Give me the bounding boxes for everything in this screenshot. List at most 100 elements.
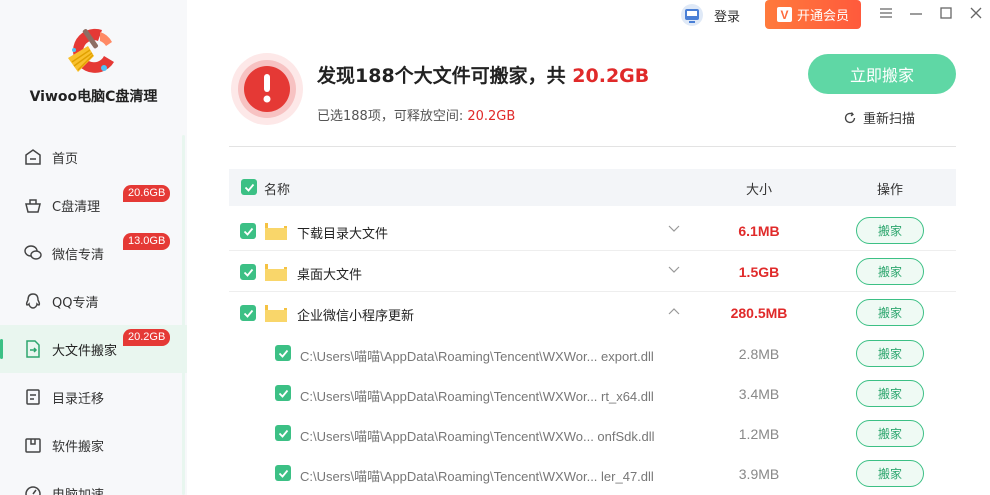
sidebar-item-home[interactable]: 首页 — [0, 133, 187, 181]
move-button[interactable]: 搬家 — [856, 299, 924, 326]
chevron-down-icon[interactable] — [668, 225, 680, 233]
file-size: 2.8MB — [738, 346, 780, 362]
rescan-label: 重新扫描 — [863, 112, 916, 127]
file-path: C:\Users\喵喵\AppData\Roaming\Tencent\WXWo… — [300, 429, 655, 444]
wechat-icon — [24, 245, 42, 260]
group-size: 280.5MB — [730, 305, 788, 321]
file-path: C:\Users\喵喵\AppData\Roaming\Tencent\WXWo… — [300, 349, 654, 364]
table-header: 名称 大小 操作 — [229, 169, 956, 206]
list-item[interactable]: C:\Users\喵喵\AppData\Roaming\Tencent\WXWo… — [229, 414, 956, 454]
column-header-action: 操作 — [877, 183, 904, 198]
vip-icon: V — [776, 7, 792, 22]
size-badge: 20.6GB — [123, 185, 171, 202]
move-button[interactable]: 搬家 — [856, 460, 924, 487]
divider — [229, 146, 956, 147]
group-size: 1.5GB — [738, 264, 780, 280]
sidebar-item-software-move[interactable]: 软件搬家 — [0, 421, 187, 469]
file-checkbox[interactable] — [275, 465, 291, 481]
file-size: 3.4MB — [738, 386, 780, 402]
group-size: 6.1MB — [738, 223, 780, 239]
close-icon[interactable] — [968, 5, 984, 21]
move-button[interactable]: 搬家 — [856, 217, 924, 244]
file-path: C:\Users\喵喵\AppData\Roaming\Tencent\WXWo… — [300, 389, 654, 404]
minimize-icon[interactable] — [908, 5, 924, 21]
speed-icon — [25, 486, 41, 495]
sidebar-item-wechat-clean[interactable]: 微信专清 13.0GB — [0, 229, 187, 277]
sidebar-item-qq-clean[interactable]: QQ专清 — [0, 277, 187, 325]
move-button[interactable]: 搬家 — [856, 380, 924, 407]
folder-icon — [265, 304, 287, 322]
row-checkbox[interactable] — [240, 264, 256, 280]
app-name: Viwoo电脑C盘清理 — [29, 89, 158, 105]
file-checkbox[interactable] — [275, 385, 291, 401]
sidebar-item-label: 大文件搬家 — [52, 344, 118, 359]
sidebar-scrollbar[interactable] — [182, 135, 185, 495]
row-checkbox[interactable] — [240, 305, 256, 321]
move-button[interactable]: 搬家 — [856, 258, 924, 285]
user-avatar-icon[interactable] — [679, 3, 705, 27]
app-logo-icon — [68, 28, 114, 73]
check-icon — [243, 227, 253, 236]
sidebar-item-label: 微信专清 — [52, 248, 105, 263]
list-item[interactable]: C:\Users\喵喵\AppData\Roaming\Tencent\WXWo… — [229, 454, 956, 494]
sidebar-item-large-file-move[interactable]: 大文件搬家 20.2GB — [0, 325, 187, 373]
chevron-down-icon[interactable] — [668, 266, 680, 274]
check-icon — [278, 389, 288, 398]
move-button[interactable]: 搬家 — [856, 420, 924, 447]
folder-icon — [265, 263, 287, 281]
vip-label: 开通会员 — [796, 9, 849, 24]
chevron-up-icon[interactable] — [668, 307, 680, 315]
sidebar-item-label: 软件搬家 — [52, 440, 105, 455]
subtitle-prefix: 已选188项，可释放空间: — [317, 109, 464, 124]
sidebar-item-directory-migration[interactable]: 目录迁移 — [0, 373, 187, 421]
list-item[interactable]: C:\Users\喵喵\AppData\Roaming\Tencent\WXWo… — [229, 334, 956, 374]
column-header-size: 大小 — [746, 183, 773, 198]
sidebar: Viwoo电脑C盘清理 首页 C盘清理 20.6GB 微信专清 13.0GB Q… — [0, 0, 187, 495]
sidebar-item-label: 目录迁移 — [52, 392, 105, 407]
active-indicator — [0, 339, 3, 359]
sidebar-item-c-clean[interactable]: C盘清理 20.6GB — [0, 181, 187, 229]
maximize-icon[interactable] — [938, 5, 954, 21]
move-now-button[interactable]: 立即搬家 — [808, 54, 956, 94]
file-size: 3.9MB — [738, 466, 780, 482]
row-checkbox[interactable] — [240, 223, 256, 239]
size-badge: 13.0GB — [123, 233, 171, 250]
sidebar-item-pc-speedup[interactable]: 电脑加速 — [0, 469, 187, 495]
page-title: 发现188个大文件可搬家，共 20.2GB — [317, 61, 649, 88]
table-row[interactable]: 桌面大文件 1.5GB 搬家 — [229, 252, 956, 292]
directory-icon — [26, 389, 40, 405]
menu-icon[interactable] — [878, 5, 894, 21]
file-checkbox[interactable] — [275, 425, 291, 441]
title-prefix: 发现188个大文件可搬家，共 — [317, 65, 566, 87]
table-row[interactable]: 下载目录大文件 6.1MB 搬家 — [229, 211, 956, 251]
alert-icon — [231, 53, 303, 125]
sidebar-item-label: QQ专清 — [52, 296, 99, 311]
title-size: 20.2GB — [572, 65, 650, 87]
file-size: 1.2MB — [738, 426, 780, 442]
login-link[interactable]: 登录 — [714, 6, 740, 25]
rescan-button[interactable]: 重新扫描 — [843, 108, 915, 127]
file-path: C:\Users\喵喵\AppData\Roaming\Tencent\WXWo… — [300, 469, 654, 484]
list-item[interactable]: C:\Users\喵喵\AppData\Roaming\Tencent\WXWo… — [229, 374, 956, 414]
move-button[interactable]: 搬家 — [856, 340, 924, 367]
vip-button[interactable]: V 开通会员 — [765, 0, 861, 29]
table-row[interactable]: 企业微信小程序更新 280.5MB 搬家 — [229, 293, 956, 333]
group-name: 企业微信小程序更新 — [297, 309, 415, 324]
select-all-checkbox[interactable] — [241, 179, 257, 195]
check-icon — [278, 469, 288, 478]
file-move-icon — [26, 340, 40, 358]
refresh-icon — [844, 111, 856, 123]
check-icon — [243, 268, 253, 277]
check-icon — [243, 309, 253, 318]
sidebar-item-label: 首页 — [52, 152, 79, 167]
sidebar-item-label: 电脑加速 — [52, 484, 104, 495]
column-header-name: 名称 — [264, 183, 291, 198]
group-name: 下载目录大文件 — [297, 227, 389, 242]
check-icon — [278, 429, 288, 438]
size-badge: 20.2GB — [123, 329, 171, 346]
file-checkbox[interactable] — [275, 345, 291, 361]
qq-icon — [25, 293, 41, 309]
software-box-icon — [25, 438, 41, 453]
home-icon — [25, 149, 41, 165]
check-icon — [278, 349, 288, 358]
